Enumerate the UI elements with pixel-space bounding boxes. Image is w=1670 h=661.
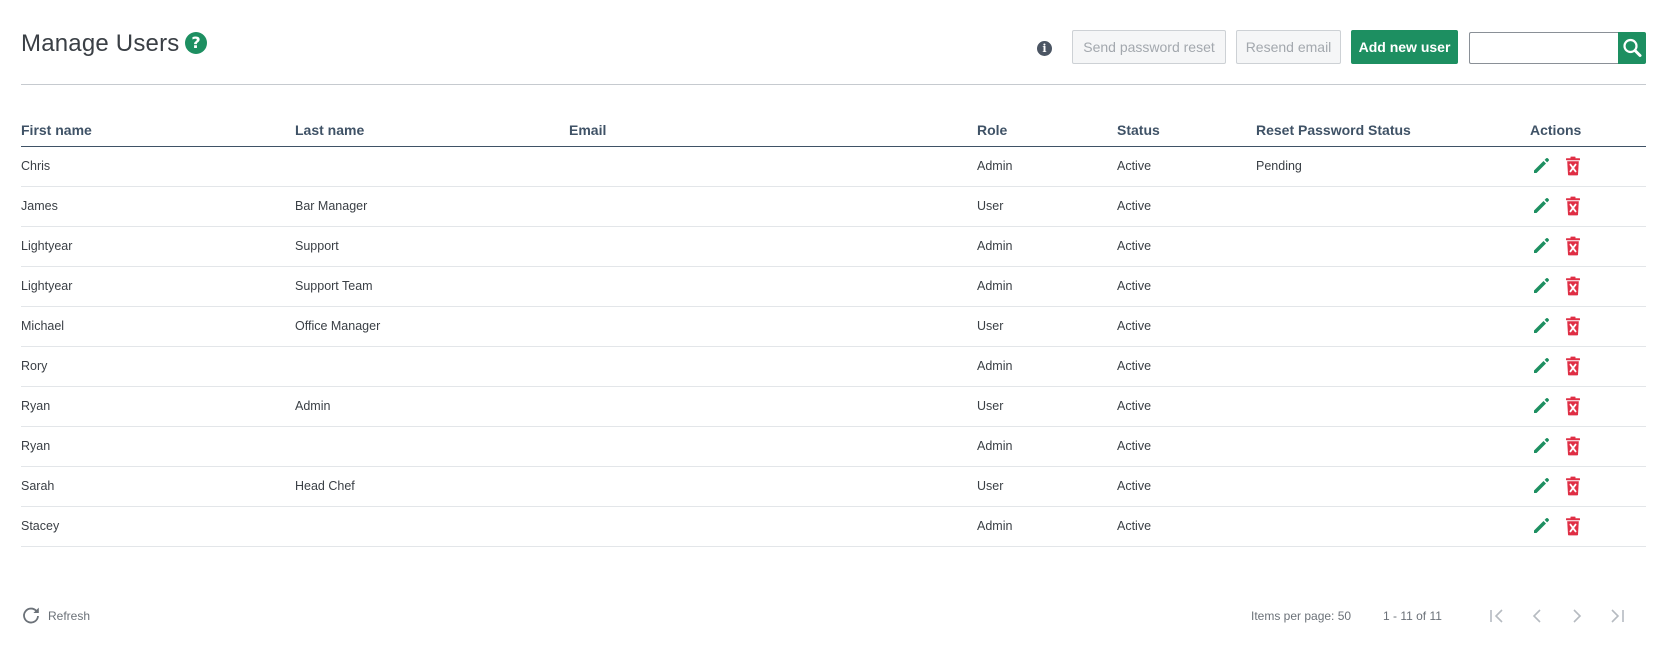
help-icon[interactable]: ? bbox=[185, 32, 207, 54]
edit-pencil-icon[interactable] bbox=[1531, 396, 1551, 416]
cell-first-name: Michael bbox=[21, 319, 65, 333]
refresh-label: Refresh bbox=[48, 609, 91, 623]
cell-last-name: Office Manager bbox=[295, 319, 381, 333]
table-row[interactable]: Michael Office Manager User Active bbox=[21, 307, 1646, 347]
table-header-row: First name Last name Email Role Status R… bbox=[21, 116, 1646, 147]
column-header-last-name[interactable]: Last name bbox=[295, 122, 364, 138]
edit-pencil-icon[interactable] bbox=[1531, 316, 1551, 336]
delete-trash-icon[interactable] bbox=[1564, 316, 1582, 336]
column-header-actions: Actions bbox=[1530, 122, 1582, 138]
edit-pencil-icon[interactable] bbox=[1531, 356, 1551, 376]
cell-last-name: Head Chef bbox=[295, 479, 355, 493]
cell-role: Admin bbox=[977, 519, 1013, 533]
cell-first-name: James bbox=[21, 199, 58, 213]
delete-trash-icon[interactable] bbox=[1564, 516, 1582, 536]
cell-status: Active bbox=[1117, 199, 1152, 213]
cell-first-name: Ryan bbox=[21, 399, 51, 413]
refresh-icon bbox=[23, 607, 39, 624]
column-header-status[interactable]: Status bbox=[1117, 122, 1160, 138]
manage-users-page: Manage Users ? i Send password reset Res… bbox=[21, 0, 1646, 661]
info-icon[interactable]: i bbox=[1037, 41, 1052, 56]
table-row[interactable]: Lightyear Support Admin Active bbox=[21, 227, 1646, 267]
column-header-first-name[interactable]: First name bbox=[21, 122, 92, 138]
page-title: Manage Users bbox=[21, 30, 180, 57]
cell-last-name: Admin bbox=[295, 399, 331, 413]
cell-first-name: Ryan bbox=[21, 439, 51, 453]
previous-page-icon[interactable] bbox=[1527, 605, 1547, 627]
search-input[interactable] bbox=[1469, 32, 1618, 64]
delete-trash-icon[interactable] bbox=[1564, 196, 1582, 216]
cell-first-name: Stacey bbox=[21, 519, 60, 533]
table-row[interactable]: Ryan Admin Active bbox=[21, 427, 1646, 467]
cell-role: User bbox=[977, 199, 1004, 213]
edit-pencil-icon[interactable] bbox=[1531, 516, 1551, 536]
last-page-icon[interactable] bbox=[1607, 605, 1627, 627]
edit-pencil-icon[interactable] bbox=[1531, 156, 1551, 176]
edit-pencil-icon[interactable] bbox=[1531, 196, 1551, 216]
cell-last-name: Support Team bbox=[295, 279, 373, 293]
send-password-reset-button[interactable]: Send password reset bbox=[1072, 30, 1226, 64]
delete-trash-icon[interactable] bbox=[1564, 236, 1582, 256]
cell-role: Admin bbox=[977, 439, 1013, 453]
cell-first-name: Chris bbox=[21, 159, 51, 173]
cell-first-name: Lightyear bbox=[21, 239, 73, 253]
search-icon bbox=[1623, 38, 1642, 57]
table-body: Chris Admin Active Pending James Bar Manager U… bbox=[21, 147, 1646, 547]
cell-first-name: Sarah bbox=[21, 479, 55, 493]
cell-role: Admin bbox=[977, 359, 1013, 373]
edit-pencil-icon[interactable] bbox=[1531, 236, 1551, 256]
search-button[interactable] bbox=[1618, 32, 1646, 64]
table-row[interactable]: James Bar Manager User Active bbox=[21, 187, 1646, 227]
delete-trash-icon[interactable] bbox=[1564, 276, 1582, 296]
column-header-email[interactable]: Email bbox=[569, 122, 606, 138]
edit-pencil-icon[interactable] bbox=[1531, 476, 1551, 496]
next-page-icon[interactable] bbox=[1567, 605, 1587, 627]
cell-status: Active bbox=[1117, 239, 1152, 253]
cell-reset-password-status: Pending bbox=[1256, 159, 1302, 173]
table-footer: Refresh Items per page: 50 1 - 11 of 11 bbox=[21, 602, 1646, 632]
delete-trash-icon[interactable] bbox=[1564, 396, 1582, 416]
cell-status: Active bbox=[1117, 319, 1152, 333]
column-header-reset-password-status[interactable]: Reset Password Status bbox=[1256, 122, 1411, 138]
cell-last-name: Support bbox=[295, 239, 339, 253]
cell-first-name: Lightyear bbox=[21, 279, 73, 293]
delete-trash-icon[interactable] bbox=[1564, 436, 1582, 456]
cell-role: User bbox=[977, 399, 1004, 413]
first-page-icon[interactable] bbox=[1487, 605, 1507, 627]
cell-status: Active bbox=[1117, 439, 1152, 453]
table-row[interactable]: Sarah Head Chef User Active bbox=[21, 467, 1646, 507]
table-row[interactable]: Stacey Admin Active bbox=[21, 507, 1646, 547]
add-new-user-button[interactable]: Add new user bbox=[1351, 30, 1458, 64]
cell-status: Active bbox=[1117, 279, 1152, 293]
cell-first-name: Rory bbox=[21, 359, 48, 373]
cell-status: Active bbox=[1117, 399, 1152, 413]
cell-status: Active bbox=[1117, 359, 1152, 373]
edit-pencil-icon[interactable] bbox=[1531, 436, 1551, 456]
cell-status: Active bbox=[1117, 519, 1152, 533]
cell-status: Active bbox=[1117, 159, 1152, 173]
items-per-page[interactable]: Items per page: 50 bbox=[1251, 609, 1351, 623]
table-row[interactable]: Chris Admin Active Pending bbox=[21, 147, 1646, 187]
users-table: First name Last name Email Role Status R… bbox=[21, 116, 1646, 547]
table-row[interactable]: Ryan Admin User Active bbox=[21, 387, 1646, 427]
header-divider bbox=[21, 84, 1646, 85]
edit-pencil-icon[interactable] bbox=[1531, 276, 1551, 296]
resend-email-button[interactable]: Resend email bbox=[1236, 30, 1341, 64]
page-header: Manage Users ? i Send password reset Res… bbox=[21, 28, 1646, 68]
column-header-role[interactable]: Role bbox=[977, 122, 1007, 138]
cell-last-name: Bar Manager bbox=[295, 199, 368, 213]
table-row[interactable]: Rory Admin Active bbox=[21, 347, 1646, 387]
page-range-label: 1 - 11 of 11 bbox=[1383, 609, 1442, 623]
cell-role: User bbox=[977, 319, 1004, 333]
delete-trash-icon[interactable] bbox=[1564, 356, 1582, 376]
cell-role: User bbox=[977, 479, 1004, 493]
cell-role: Admin bbox=[977, 239, 1013, 253]
delete-trash-icon[interactable] bbox=[1564, 156, 1582, 176]
cell-status: Active bbox=[1117, 479, 1152, 493]
table-row[interactable]: Lightyear Support Team Admin Active bbox=[21, 267, 1646, 307]
delete-trash-icon[interactable] bbox=[1564, 476, 1582, 496]
cell-role: Admin bbox=[977, 279, 1013, 293]
cell-role: Admin bbox=[977, 159, 1013, 173]
